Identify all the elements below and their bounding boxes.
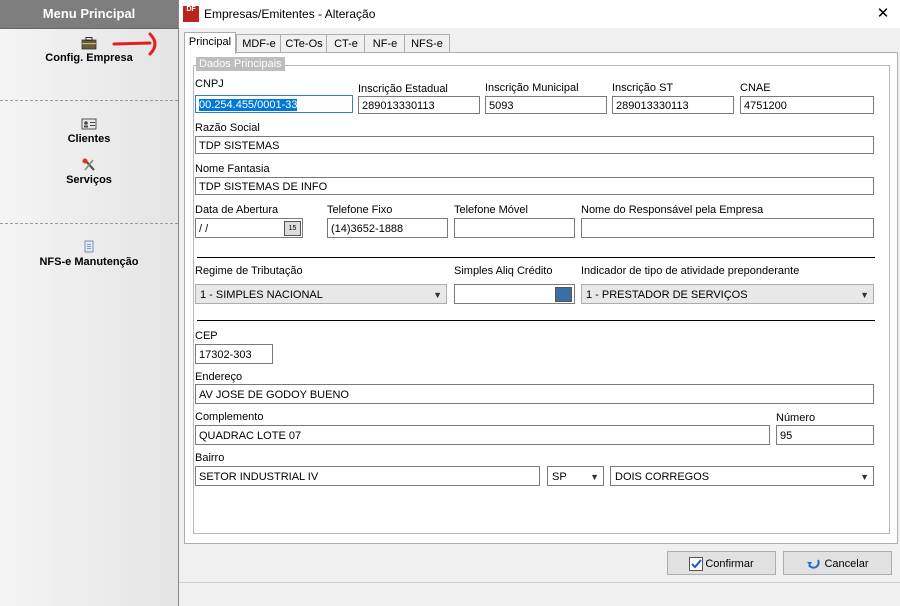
- chevron-down-icon: ▼: [860, 290, 869, 300]
- bairro-input[interactable]: SETOR INDUSTRIAL IV: [195, 466, 540, 486]
- inscricao-estadual-label: Inscrição Estadual: [358, 83, 448, 95]
- divider: [197, 257, 875, 258]
- complemento-label: Complemento: [195, 411, 264, 423]
- red-arrow-icon: [112, 32, 157, 56]
- cidade-select[interactable]: DOIS CORREGOS ▼: [610, 466, 874, 486]
- inscricao-st-input[interactable]: 289013330113: [612, 96, 734, 114]
- calculator-icon[interactable]: [555, 287, 572, 302]
- chevron-down-icon: ▼: [860, 472, 869, 482]
- calendar-button[interactable]: 15: [284, 221, 301, 236]
- tab-mdfe[interactable]: MDF-e: [236, 34, 282, 53]
- menu-item-label: NFS-e Manutenção: [39, 256, 139, 268]
- cnpj-label: CNPJ: [195, 78, 224, 90]
- razao-social-label: Razão Social: [195, 122, 260, 134]
- menu-header: Menu Principal: [0, 0, 178, 29]
- telefone-movel-input[interactable]: [454, 218, 575, 238]
- telefone-movel-label: Telefone Móvel: [454, 204, 528, 216]
- responsavel-label: Nome do Responsável pela Empresa: [581, 204, 764, 216]
- cnpj-value: 00.254.455/0001-33: [199, 99, 298, 111]
- tab-cte[interactable]: CT-e: [326, 34, 366, 53]
- document-icon: [84, 240, 94, 253]
- chevron-down-icon: ▼: [590, 472, 599, 482]
- menu-divider: [0, 100, 178, 101]
- bairro-label: Bairro: [195, 452, 225, 464]
- chevron-down-icon: ▼: [433, 290, 442, 300]
- cancel-button[interactable]: Cancelar: [783, 551, 892, 575]
- menu-divider: [0, 223, 178, 224]
- menu-item-servicos[interactable]: Serviços: [0, 158, 178, 186]
- cidade-value: DOIS CORREGOS: [615, 471, 710, 483]
- confirm-label: Confirmar: [705, 558, 754, 570]
- id-card-icon: [81, 118, 97, 130]
- nome-fantasia-input[interactable]: TDP SISTEMAS DE INFO: [195, 177, 874, 195]
- regime-tributacao-label: Regime de Tributação: [195, 265, 303, 277]
- indicador-atividade-label: Indicador de tipo de atividade preponder…: [581, 265, 800, 277]
- numero-label: Número: [776, 412, 816, 424]
- menu-item-clientes[interactable]: Clientes: [0, 117, 178, 145]
- complemento-input[interactable]: QUADRAC LOTE 07: [195, 425, 770, 445]
- cancel-label: Cancelar: [824, 558, 869, 570]
- confirm-button[interactable]: Confirmar: [667, 551, 776, 575]
- cep-input[interactable]: 17302-303: [195, 344, 273, 364]
- status-strip: [179, 582, 900, 583]
- menu-item-label: Serviços: [66, 174, 112, 186]
- menu-item-nfse-manutencao[interactable]: NFS-e Manutenção: [0, 240, 178, 268]
- inscricao-estadual-input[interactable]: 289013330113: [358, 96, 480, 114]
- inscricao-municipal-label: Inscrição Municipal: [485, 82, 579, 94]
- inscricao-municipal-input[interactable]: 5093: [485, 96, 607, 114]
- dialog-title: Empresas/Emitentes - Alteração: [204, 7, 376, 21]
- app-icon: DF: [183, 6, 199, 22]
- main-menu: Menu Principal Config. Empresa Clientes …: [0, 0, 178, 606]
- tab-nfse[interactable]: NFS-e: [404, 34, 450, 53]
- uf-value: SP: [552, 471, 567, 483]
- endereco-label: Endereço: [195, 371, 243, 383]
- nome-fantasia-label: Nome Fantasia: [195, 163, 270, 175]
- indicador-atividade-value: 1 - PRESTADOR DE SERVIÇOS: [586, 289, 748, 301]
- cep-label: CEP: [195, 330, 218, 342]
- indicador-atividade-select[interactable]: 1 - PRESTADOR DE SERVIÇOS ▼: [581, 284, 874, 304]
- responsavel-input[interactable]: [581, 218, 874, 238]
- tab-cteos[interactable]: CTe-Os: [280, 34, 328, 53]
- telefone-fixo-input[interactable]: (14)3652-1888: [327, 218, 448, 238]
- tab-panel-principal: Dados Principais CNPJ 00.254.455/0001-33…: [184, 52, 898, 544]
- tab-nfe[interactable]: NF-e: [364, 34, 406, 53]
- data-abertura-value: / /: [199, 223, 209, 235]
- tools-icon: [82, 158, 95, 171]
- tab-principal[interactable]: Principal: [184, 32, 236, 54]
- razao-social-input[interactable]: TDP SISTEMAS: [195, 136, 874, 154]
- simples-aliq-label: Simples Aliq Crédito: [454, 265, 553, 277]
- inscricao-st-label: Inscrição ST: [612, 82, 674, 94]
- uf-select[interactable]: SP ▼: [547, 466, 604, 486]
- endereco-input[interactable]: AV JOSE DE GODOY BUENO: [195, 384, 874, 404]
- menu-item-label: Clientes: [67, 133, 111, 145]
- cnae-label: CNAE: [740, 82, 771, 94]
- group-label: Dados Principais: [196, 57, 285, 71]
- telefone-fixo-label: Telefone Fixo: [327, 204, 393, 216]
- divider: [197, 320, 875, 321]
- regime-tributacao-value: 1 - SIMPLES NACIONAL: [200, 289, 323, 301]
- close-button[interactable]: ✕: [871, 3, 895, 25]
- cnpj-input[interactable]: 00.254.455/0001-33: [195, 95, 353, 113]
- empresas-dialog: DF Empresas/Emitentes - Alteração ✕ Prin…: [178, 0, 900, 606]
- title-bar[interactable]: DF Empresas/Emitentes - Alteração ✕: [179, 0, 900, 28]
- regime-tributacao-select[interactable]: 1 - SIMPLES NACIONAL ▼: [195, 284, 447, 304]
- data-abertura-label: Data de Abertura: [195, 204, 279, 216]
- checkmark-icon: [689, 557, 704, 572]
- numero-input[interactable]: 95: [776, 425, 874, 445]
- undo-icon: [807, 559, 821, 569]
- briefcase-icon: [81, 37, 97, 50]
- cnae-input[interactable]: 4751200: [740, 96, 874, 114]
